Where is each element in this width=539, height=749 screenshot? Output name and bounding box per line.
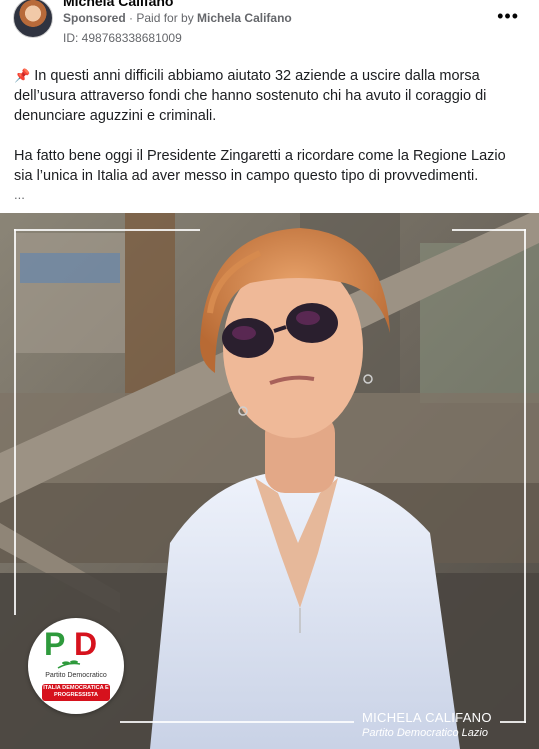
- paragraph-1-text: In questi anni difficili abbiamo aiutato…: [14, 68, 487, 124]
- post-paragraph-2: Ha fatto bene oggi il Presidente Zingare…: [14, 148, 506, 184]
- frame-left: [14, 229, 16, 615]
- paid-for-name: Michela Califano: [197, 11, 292, 25]
- pd-logo: P D Partito Democratico ITALIA DEMOCRATI…: [28, 618, 124, 714]
- sponsored-label: Sponsored: [63, 11, 126, 25]
- frame-bottom-right: [500, 721, 526, 723]
- page-avatar[interactable]: [13, 0, 53, 38]
- post-paragraph-1: 📌 In questi anni difficili abbiamo aiuta…: [14, 66, 524, 126]
- page-name-link[interactable]: Michela Califano: [63, 0, 173, 9]
- post-header: Michela Califano Sponsored · Paid for by…: [0, 0, 539, 54]
- signature-name: MICHELA CALIFANO: [362, 710, 492, 725]
- see-more-ellipsis[interactable]: ...: [14, 187, 25, 202]
- frame-right: [524, 229, 526, 723]
- frame-bottom: [120, 721, 354, 723]
- pd-logo-slogan: ITALIA DEMOCRATICA E PROGRESSISTA: [43, 685, 109, 699]
- signature-party: Partito Democratico Lazio: [362, 727, 488, 739]
- ad-id-text: ID: 498768338681009: [63, 31, 182, 45]
- frame-top-left: [14, 229, 200, 231]
- frame-top-right: [452, 229, 526, 231]
- meta-separator: ·: [125, 11, 137, 25]
- paid-for-prefix: Paid for by: [136, 11, 198, 25]
- post-body: 📌 In questi anni difficili abbiamo aiuta…: [14, 66, 524, 206]
- pushpin-icon: 📌: [14, 68, 31, 83]
- more-options-icon[interactable]: •••: [497, 6, 519, 27]
- pd-logo-name: Partito Democratico: [45, 672, 107, 679]
- sponsored-meta: Sponsored · Paid for by Michela Califano: [63, 11, 292, 25]
